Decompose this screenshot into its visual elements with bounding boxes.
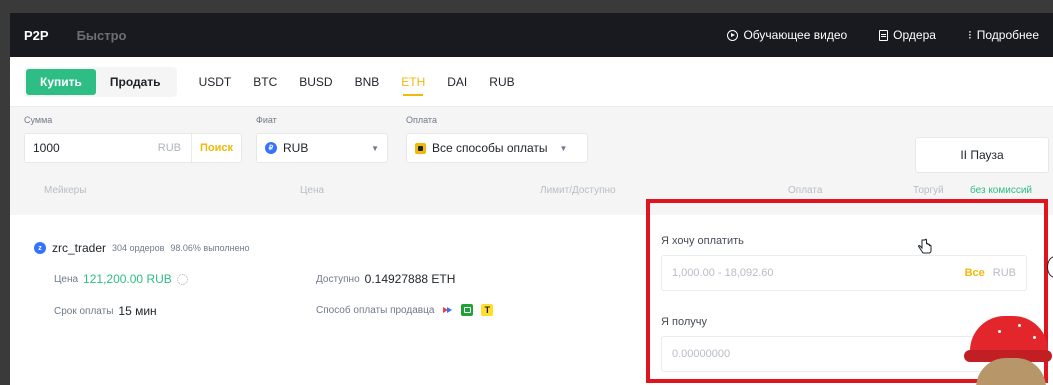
coin-tab-btc[interactable]: BTC bbox=[253, 59, 277, 105]
loading-spinner-icon bbox=[176, 273, 188, 285]
more-label: Подробнее bbox=[976, 28, 1039, 42]
mascot-cap-dot bbox=[998, 330, 1001, 333]
coin-tab-rub[interactable]: RUB bbox=[489, 59, 514, 105]
more-link[interactable]: ⁝ Подробнее bbox=[968, 28, 1039, 42]
mascot-face bbox=[976, 358, 1046, 385]
header-payment: Оплата bbox=[788, 184, 823, 196]
chevron-down-icon: ▼ bbox=[559, 143, 568, 153]
pay-placeholder: 1,000.00 - 18,092.60 bbox=[672, 267, 774, 279]
search-button[interactable]: Поиск bbox=[190, 134, 241, 162]
pay-amount-input[interactable]: 1,000.00 - 18,092.60 Все RUB bbox=[661, 255, 1027, 291]
filter-bar: Купить Продать USDT BTC BUSD BNB ETH DAI… bbox=[10, 57, 1053, 107]
available-field: Доступно 0.14927888 ETH bbox=[316, 272, 455, 286]
orders-link[interactable]: Ордера bbox=[879, 28, 936, 42]
filter-form: Сумма Фиат Оплата 1000 RUB Поиск ₽ RUB ▼… bbox=[10, 107, 1053, 175]
payment-method-icons: T bbox=[443, 304, 494, 316]
play-circle-icon bbox=[727, 29, 739, 41]
seller-payment-label: Способ оплаты продавца bbox=[316, 304, 435, 316]
mascot-image bbox=[958, 300, 1053, 385]
header-trade: Торгуй bbox=[913, 184, 944, 196]
maker-name[interactable]: zrc_trader bbox=[52, 241, 106, 255]
tab-express[interactable]: Быстро bbox=[77, 28, 127, 43]
payment-term-label: Срок оплаты bbox=[54, 305, 114, 317]
amount-input[interactable]: 1000 RUB Поиск bbox=[24, 133, 242, 163]
table-header: Мейкеры Цена Лимит/Доступно Оплата Торгу… bbox=[10, 175, 1053, 205]
payment-term-value: 15 мин bbox=[118, 304, 157, 318]
document-icon bbox=[879, 29, 889, 41]
sberbank-icon bbox=[461, 304, 474, 316]
ruble-coin-icon: ₽ bbox=[265, 142, 277, 154]
available-label: Доступно bbox=[316, 273, 360, 285]
price-label: Цена bbox=[54, 273, 79, 285]
price-field: Цена 121,200.00 RUB bbox=[54, 272, 188, 286]
pause-button[interactable]: II Пауза bbox=[915, 137, 1049, 173]
more-icon: ⁝ bbox=[967, 28, 972, 42]
sell-button[interactable]: Продать bbox=[96, 69, 175, 95]
chevron-down-icon: ▼ bbox=[371, 143, 379, 153]
no-fee-badge: без комиссий bbox=[970, 184, 1033, 196]
pay-currency: RUB bbox=[992, 267, 1016, 279]
avatar: z bbox=[34, 242, 46, 254]
payment-method-select[interactable]: Все способы оплаты ▼ bbox=[406, 133, 588, 163]
buy-button[interactable]: Купить bbox=[26, 68, 96, 95]
coin-tab-bnb[interactable]: BNB bbox=[355, 59, 380, 105]
top-nav: P2P Быстро Обучающее видео Ордера ⁝ Подр… bbox=[10, 13, 1053, 57]
tutorial-video-link[interactable]: Обучающее видео bbox=[727, 28, 847, 42]
available-value: 0.14927888 ETH bbox=[364, 272, 456, 286]
tinkoff-icon: T bbox=[481, 304, 494, 316]
amount-value: 1000 bbox=[33, 141, 60, 155]
price-value: 121,200.00 RUB bbox=[83, 272, 172, 286]
buy-sell-toggle: Купить Продать bbox=[24, 66, 177, 97]
coin-tab-dai[interactable]: DAI bbox=[447, 59, 467, 105]
amount-label: Сумма bbox=[24, 115, 53, 125]
payment-label: Оплата bbox=[406, 115, 437, 125]
p2p-window: P2P Быстро Обучающее видео Ордера ⁝ Подр… bbox=[10, 13, 1053, 385]
tab-p2p[interactable]: P2P bbox=[24, 28, 49, 43]
amount-currency: RUB bbox=[157, 142, 181, 154]
coin-tab-busd[interactable]: BUSD bbox=[299, 59, 332, 105]
maker-completion: 98.06% выполнено bbox=[170, 243, 250, 253]
header-makers: Мейкеры bbox=[44, 184, 87, 196]
pay-label: Я хочу оплатить bbox=[661, 235, 744, 247]
tutorial-video-label: Обучающее видео bbox=[743, 28, 848, 42]
sbp-icon bbox=[443, 305, 453, 315]
fiat-label: Фиат bbox=[256, 115, 277, 125]
orders-label: Ордера bbox=[893, 28, 936, 42]
mascot-cap-dot bbox=[1033, 336, 1036, 339]
maker-info: z zrc_trader 304 ордеров 98.06% выполнен… bbox=[34, 241, 250, 255]
table-row: z zrc_trader 304 ордеров 98.06% выполнен… bbox=[10, 215, 1053, 385]
payment-methods-icon bbox=[415, 142, 426, 154]
fiat-select[interactable]: ₽ RUB ▼ bbox=[256, 133, 388, 163]
coin-tab-eth[interactable]: ETH bbox=[401, 59, 425, 105]
pay-all-button[interactable]: Все bbox=[965, 267, 985, 279]
header-limit: Лимит/Доступно bbox=[540, 184, 616, 196]
mascot-cap-dot bbox=[1018, 324, 1021, 327]
payment-value: Все способы оплаты bbox=[432, 141, 548, 155]
receive-label: Я получу bbox=[661, 316, 707, 328]
coin-tab-usdt[interactable]: USDT bbox=[199, 59, 232, 105]
fiat-value: RUB bbox=[283, 141, 309, 155]
payment-term-field: Срок оплаты 15 мин bbox=[54, 304, 157, 318]
header-price: Цена bbox=[300, 184, 325, 196]
maker-orders: 304 ордеров bbox=[112, 243, 165, 253]
seller-payment-field: Способ оплаты продавца T bbox=[316, 304, 494, 316]
hand-cursor-icon bbox=[918, 238, 932, 254]
